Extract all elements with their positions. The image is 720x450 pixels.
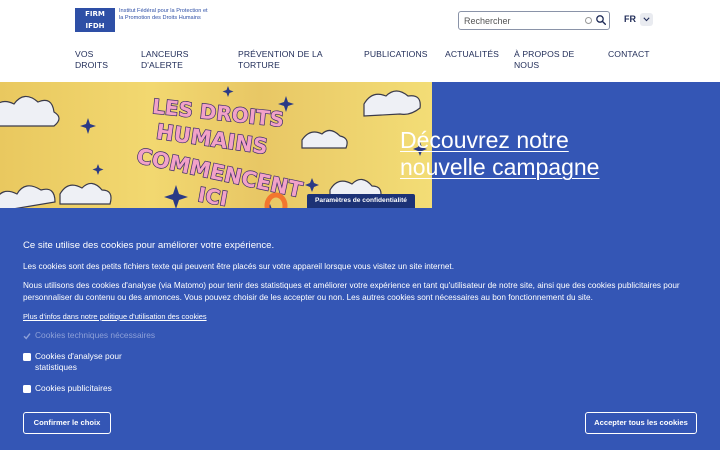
checkmark-icon xyxy=(23,333,31,340)
nav-a-propos[interactable]: À propos de nous xyxy=(514,49,579,71)
search-input[interactable] xyxy=(464,13,582,28)
slogan-line-4: ICI xyxy=(196,182,229,211)
option-technical-cookies: Cookies techniques nécessaires xyxy=(23,330,155,341)
option-advertising-cookies[interactable]: Cookies publicitaires xyxy=(23,383,112,394)
option-advertising-label: Cookies publicitaires xyxy=(35,383,112,393)
logo-mark-line2: IFDH xyxy=(85,22,105,30)
confirm-choice-button[interactable]: Confirmer le choix xyxy=(23,412,111,434)
option-analytics-cookies[interactable]: Cookies d'analyse pour statistiques xyxy=(23,351,143,373)
chevron-down-icon xyxy=(643,17,650,22)
search-box xyxy=(458,11,610,30)
cookie-banner: Paramètres de confidentialité Ce site ut… xyxy=(0,194,720,450)
campaign-link[interactable]: Découvrez notre nouvelle campagne xyxy=(400,127,620,181)
cookie-policy-link[interactable]: Plus d'infos dans notre politique d'util… xyxy=(23,312,207,321)
cookie-description-2: Nous utilisons des cookies d'analyse (vi… xyxy=(23,281,680,302)
language-dropdown-button[interactable] xyxy=(640,13,653,26)
nav-publications[interactable]: Publications xyxy=(364,49,434,60)
cookie-title: Ce site utilise des cookies pour amélior… xyxy=(23,240,275,251)
site-header: FIRM IFDH Institut Fédéral pour la Prote… xyxy=(0,0,720,82)
search-icon[interactable] xyxy=(596,15,606,25)
nav-vos-droits[interactable]: Vos droits xyxy=(75,49,120,71)
advertising-checkbox[interactable] xyxy=(23,385,31,393)
nav-prevention-torture[interactable]: Prévention de la torture xyxy=(238,49,338,71)
option-analytics-label: Cookies d'analyse pour statistiques xyxy=(35,351,122,372)
site-logo[interactable]: FIRM IFDH Institut Fédéral pour la Prote… xyxy=(75,8,209,32)
logo-text: Institut Fédéral pour la Protection et l… xyxy=(119,8,208,21)
campaign-illustration: LES DROITS HUMAINS COMMENCENT ICI xyxy=(0,86,427,212)
nav-contact[interactable]: Contact xyxy=(608,49,658,60)
cookie-description-1: Les cookies sont des petits fichiers tex… xyxy=(23,262,454,271)
hero-banner: LES DROITS HUMAINS COMMENCENT ICI Découv… xyxy=(0,82,720,212)
logo-mark-line1: FIRM xyxy=(85,10,105,18)
nav-lanceurs-alerte[interactable]: Lanceurs d'alerte xyxy=(141,49,211,71)
analytics-checkbox[interactable] xyxy=(23,353,31,361)
privacy-settings-tab[interactable]: Paramètres de confidentialité xyxy=(307,194,415,208)
logo-mark: FIRM IFDH xyxy=(75,8,115,32)
language-current[interactable]: FR xyxy=(624,14,636,24)
campaign-image[interactable]: LES DROITS HUMAINS COMMENCENT ICI xyxy=(0,82,432,212)
nav-actualites[interactable]: Actualités xyxy=(445,49,505,60)
clear-search-icon[interactable] xyxy=(585,17,592,24)
option-technical-label: Cookies techniques nécessaires xyxy=(35,330,156,340)
accept-all-cookies-button[interactable]: Accepter tous les cookies xyxy=(585,412,697,434)
